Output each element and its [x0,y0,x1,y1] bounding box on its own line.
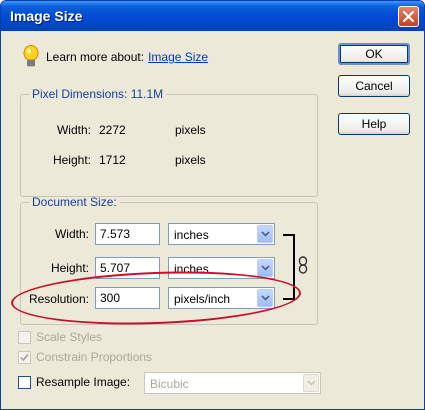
window-title: Image Size [10,8,83,24]
scale-styles-checkbox[interactable] [18,331,31,344]
pixel-width-value: 2272 [99,123,126,137]
dropdown-arrow-icon [257,259,273,277]
dialog-body: Learn more about: Image Size Pixel Dimen… [1,31,424,409]
checkmark-icon [20,353,29,362]
pixel-dimensions-group: Pixel Dimensions: 11.1M [20,87,318,197]
close-button[interactable] [398,6,419,27]
doc-width-label: Width: [54,227,89,241]
resample-image-checkbox[interactable] [18,376,31,389]
resample-image-label: Resample Image: [36,375,131,389]
doc-width-input[interactable] [95,223,160,245]
pixel-height-value: 1712 [99,153,126,167]
title-bar[interactable]: Image Size [1,1,424,31]
pixel-width-unit: pixels [175,123,206,137]
constrain-proportions-label: Constrain Proportions [36,350,153,364]
learn-more-row: Learn more about: Image Size [23,44,208,70]
chain-link-icon[interactable] [298,256,308,274]
cancel-button[interactable]: Cancel [338,75,410,97]
pixel-height-unit: pixels [175,153,206,167]
constrain-proportions-checkbox[interactable] [18,351,31,364]
image-size-help-link[interactable]: Image Size [148,50,208,64]
scale-styles-label: Scale Styles [36,330,103,344]
document-size-legend: Document Size: [32,195,117,209]
ok-button[interactable]: OK [338,43,410,65]
doc-height-label: Height: [50,261,89,275]
lightbulb-icon [23,45,39,67]
dropdown-arrow-icon [257,225,273,243]
resample-method-select[interactable]: Bicubic [144,372,321,394]
pixel-dimensions-legend: Pixel Dimensions: 11.1M [32,87,164,101]
pixel-width-label: Width: [56,123,91,137]
close-icon [403,11,414,22]
learn-more-label: Learn more about: [46,50,145,64]
dropdown-arrow-icon [303,374,319,392]
image-size-dialog: Image Size Learn more about: Image Size … [0,0,425,410]
pixel-height-label: Height: [52,153,91,167]
doc-width-unit-select[interactable]: inches [168,223,275,245]
resample-method-value: Bicubic [150,377,189,391]
help-button[interactable]: Help [338,113,410,135]
doc-width-unit-value: inches [174,228,209,242]
